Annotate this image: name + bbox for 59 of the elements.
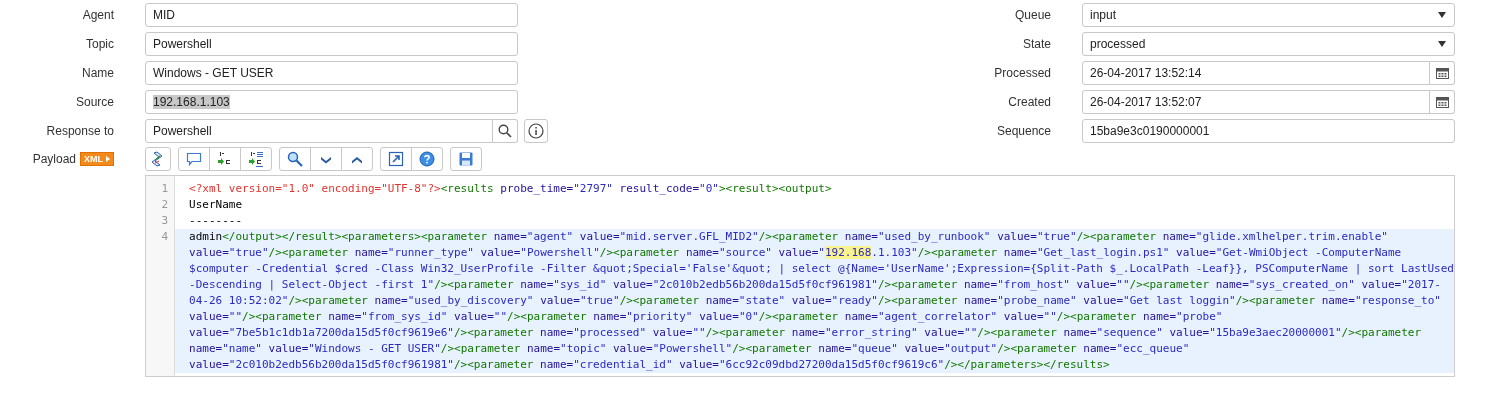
help-button[interactable] (411, 147, 443, 171)
text-field[interactable]: 192.168.1.103 (145, 90, 518, 114)
selected-text: 192.168.1.103 (153, 95, 230, 109)
search-icon (498, 124, 512, 138)
field-label: Topic (85, 37, 114, 51)
text-field[interactable]: 15ba9e3c0190000001 (1082, 119, 1455, 143)
line-number: 4 (160, 229, 170, 245)
field-label: Processed (993, 66, 1051, 80)
field-label: Name (81, 66, 114, 80)
next-button[interactable] (310, 147, 342, 171)
search-match: 192.168 (825, 246, 872, 259)
replace-button[interactable] (209, 147, 241, 171)
calendar-icon (1435, 96, 1449, 108)
text-field[interactable]: MID (145, 3, 518, 27)
field-label: Created (1007, 95, 1051, 109)
field-label: Agent (81, 8, 114, 22)
replace-all-button[interactable] (240, 147, 272, 171)
format-button[interactable] (145, 147, 171, 171)
code-line: UserName (188, 197, 244, 213)
text-field[interactable]: Windows - GET USER (145, 61, 518, 85)
calendar-button[interactable] (1430, 90, 1455, 114)
line-number: 3 (160, 213, 170, 229)
previous-button[interactable] (341, 147, 373, 171)
search-icon (287, 151, 303, 167)
save-button[interactable] (450, 147, 482, 171)
fullscreen-button[interactable] (380, 147, 412, 171)
expand-icon (388, 151, 404, 167)
comment-icon (186, 151, 202, 167)
field-label: State (1021, 37, 1051, 51)
replace-icon (217, 151, 233, 167)
date-field[interactable]: 26-04-2017 13:52:14 (1082, 61, 1430, 85)
field-label: Sequence (995, 124, 1051, 138)
field-label: Response to (45, 124, 114, 138)
calendar-icon (1435, 67, 1449, 79)
select-field[interactable]: input (1082, 3, 1455, 27)
help-icon (419, 151, 435, 167)
replace-all-icon (248, 151, 264, 167)
code-line: <?xml version="1.0" encoding="UTF-8"?><results probe_time="2797" result_code="0"><result><output> (188, 181, 833, 197)
code-line: -------- (188, 213, 244, 229)
field-label: Payload (32, 152, 76, 166)
reference-field[interactable]: Powershell (145, 119, 493, 143)
select-field[interactable]: processed (1082, 32, 1455, 56)
line-number: 2 (160, 197, 170, 213)
line-number: 1 (160, 181, 170, 197)
code-editor[interactable] (145, 175, 1455, 377)
info-icon (528, 123, 544, 139)
code-row-text: value="true"/><parameter name="runner_type" value="Powershell"/><parameter name="source" value="192.168.1.103"/><parameter name="Get_last_login.ps1" value="Get-WmiObject -ComputerName (189, 245, 1403, 261)
save-icon (458, 151, 474, 167)
dropdown-caret-icon (1438, 12, 1446, 18)
lookup-button[interactable] (493, 119, 518, 143)
field-label: Source (74, 95, 114, 109)
date-field[interactable]: 26-04-2017 13:52:07 (1082, 90, 1430, 114)
search-button[interactable] (279, 147, 311, 171)
text-field[interactable]: Powershell (145, 32, 518, 56)
field-label: Queue (1013, 8, 1051, 22)
info-button[interactable] (524, 119, 548, 143)
dropdown-caret-icon (1438, 41, 1446, 47)
comment-button[interactable] (178, 147, 210, 171)
calendar-button[interactable] (1430, 61, 1455, 85)
